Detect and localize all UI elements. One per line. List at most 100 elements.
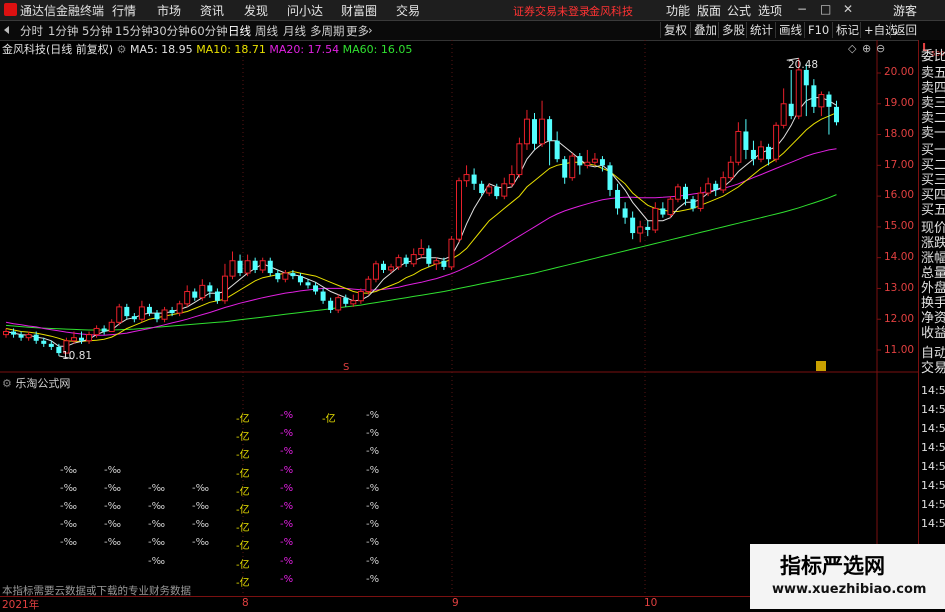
ma5-value: MA5: 18.95 [129,43,193,56]
period-multi[interactable]: 多周期 [310,23,345,39]
candle-body [743,131,749,150]
candle-body [124,306,130,317]
date-tick: 10 [644,597,658,609]
candle-body [735,130,742,163]
candle-body [456,180,462,240]
indicator-cell: -‰ [192,537,210,549]
tool-draw[interactable]: 画线 [775,22,805,38]
indicator-name[interactable]: 乐淘公式网 [15,377,70,390]
user-guest[interactable]: 游客 [893,2,917,19]
menu-item-discover[interactable]: 发现 [244,2,268,19]
candle-body [101,328,107,332]
candle-body [146,306,152,314]
minimize-icon[interactable]: − [797,2,807,16]
tool-adjust[interactable]: 复权 [660,22,690,38]
candle-body [328,300,334,310]
menu-item-quotes[interactable]: 行情 [112,2,136,19]
indicator-cell: -% [366,428,380,440]
ob-label: 卖一 [921,126,945,141]
indicator-cell: -% [366,482,380,494]
period-1min[interactable]: 1分钟 [48,23,78,39]
menu-formula[interactable]: 公式 [727,2,751,19]
auto-trade-label[interactable]: 交易 [921,361,945,376]
indicator-cell: -% [280,519,294,531]
menu-item-trade[interactable]: 交易 [396,2,420,19]
login-status[interactable]: 证券交易未登录 [513,3,590,19]
indicator-cell: -‰ [104,464,122,476]
candle-body [516,143,523,176]
period-30min[interactable]: 30分钟 [152,23,190,39]
period-toolbar: 分时 1分钟 5分钟 15分钟 30分钟 60分钟 日线 周线 月线 多周期 更… [0,21,945,41]
zoom-out-icon[interactable]: ⊖ [876,42,885,55]
candle-body [501,183,508,197]
tool-multi-stock[interactable]: 多股 [718,22,748,38]
candle-body [138,306,145,320]
settings-gear-icon[interactable]: ⚙ [117,43,127,56]
candle-body [11,331,17,335]
period-timeshare[interactable]: 分时 [20,23,43,39]
indicator-cell: -亿 [236,559,250,571]
tick-time: 14:56 [921,517,945,530]
candle-body [244,260,251,274]
period-monthly[interactable]: 月线 [283,23,306,39]
candle-body [395,257,402,268]
tool-f10[interactable]: F10 [804,22,832,38]
candle-body [758,146,764,160]
ma20-value: MA20: 17.54 [269,43,340,56]
menu-item-ask[interactable]: 问小达 [287,2,323,19]
ma10-value: MA10: 18.71 [196,43,266,56]
tool-back[interactable]: 返回 [890,22,920,38]
tool-stats[interactable]: 统计 [746,22,776,38]
date-tick: 9 [452,597,459,609]
scroll-left-icon[interactable] [4,26,9,34]
candle-body [418,247,425,256]
menu-item-wealth[interactable]: 财富圈 [341,2,377,19]
indicator-gear-icon[interactable]: ⚙ [2,377,12,390]
candle-body [652,207,659,231]
price-tick: 15.00 [884,220,915,232]
period-60min[interactable]: 60分钟 [190,23,228,39]
kline-chart[interactable]: S [0,40,918,596]
menu-layout[interactable]: 版面 [697,2,721,19]
period-more[interactable]: 更多 [346,23,369,39]
period-5min[interactable]: 5分钟 [82,23,112,39]
menu-options[interactable]: 选项 [758,2,782,19]
diamond-icon[interactable]: ◇ [848,42,856,55]
menu-function[interactable]: 功能 [666,2,690,19]
high-price-label: 20.48 [788,59,819,71]
tool-mark[interactable]: 标记 [832,22,862,38]
menu-item-market[interactable]: 市场 [157,2,181,19]
period-15min[interactable]: 15分钟 [115,23,153,39]
indicator-cell: -‰ [60,482,78,494]
indicator-cell: -亿 [236,505,250,516]
candle-body [773,124,780,160]
more-chevron-icon[interactable]: › [368,23,373,37]
candle-body [720,177,727,191]
candle-body [433,260,440,265]
candle-body [599,159,605,166]
auto-trade-label[interactable]: 自动 [921,346,945,361]
period-daily[interactable]: 日线 [228,23,251,39]
ma5-line [5,97,837,347]
candle-body [116,306,123,323]
candle-body [313,285,319,292]
indicator-cell: -% [280,446,294,458]
indicator-cell: -‰ [148,537,166,549]
candle-body [486,186,493,194]
indicator-cell: -% [280,555,294,567]
candle-body [788,103,794,117]
ob-label: 总量 [921,266,945,281]
price-tick: 11.00 [884,344,915,356]
candle-body [357,291,364,302]
period-weekly[interactable]: 周线 [255,23,278,39]
ob-label: 现价 [921,221,945,236]
tick-time: 14:56 [921,422,945,435]
ma60-value: MA60: 16.05 [342,43,413,56]
ma10-line [5,112,837,342]
menu-item-news[interactable]: 资讯 [200,2,224,19]
candle-body [811,85,817,107]
maximize-icon[interactable]: □ [820,2,831,16]
zoom-in-icon[interactable]: ⊕ [862,42,871,55]
close-icon[interactable]: ✕ [843,2,853,16]
tool-overlay[interactable]: 叠加 [690,22,720,38]
